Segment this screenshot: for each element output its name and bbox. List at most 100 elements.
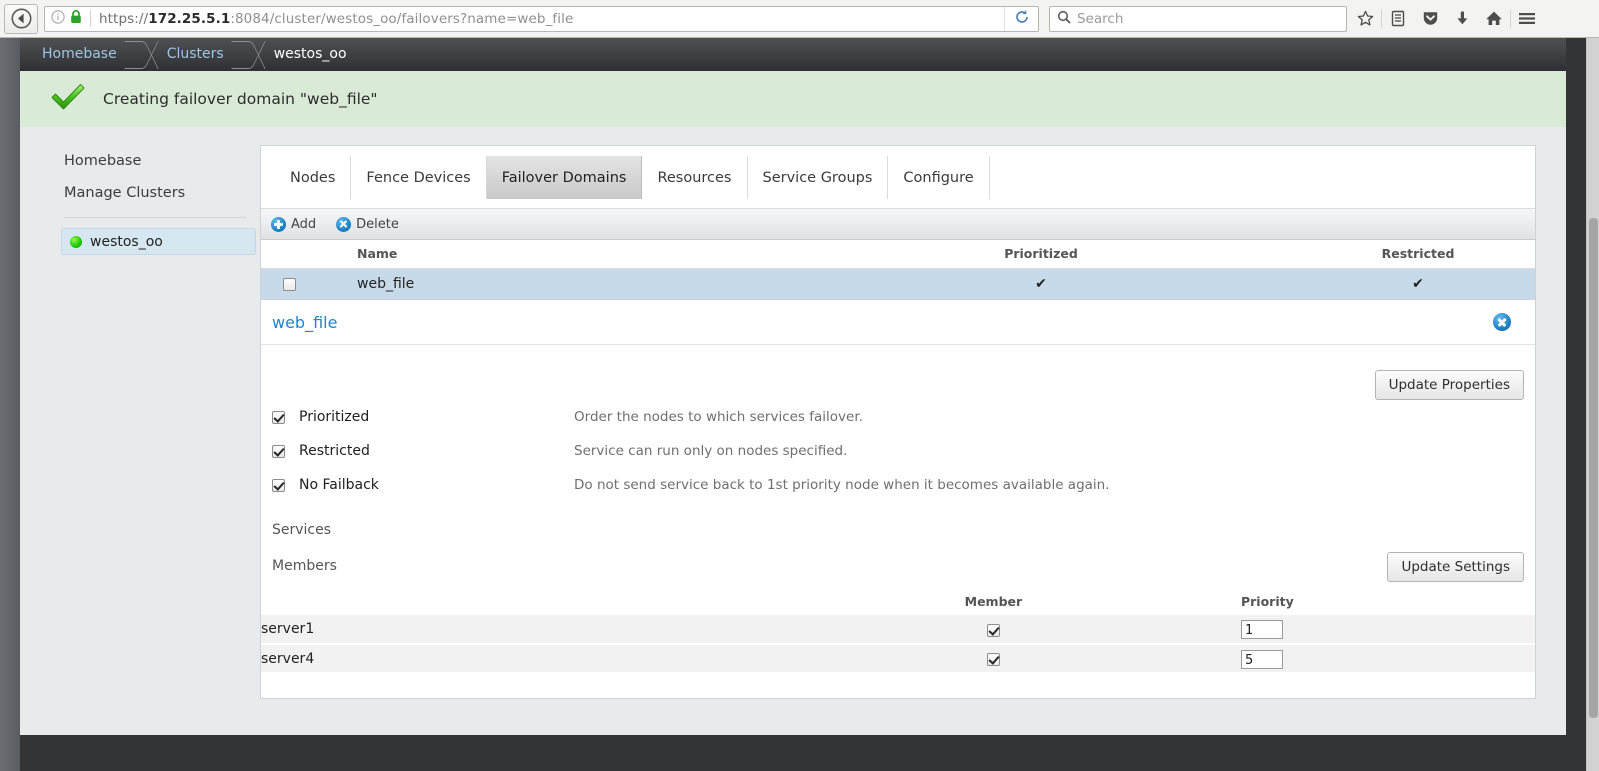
members-label: Members: [272, 558, 337, 574]
column-header-member: Member: [964, 594, 1023, 609]
column-header-prioritized: Prioritized: [781, 240, 1301, 269]
table-row[interactable]: web_file ✔ ✔: [261, 268, 1535, 300]
green-status-dot: [70, 235, 82, 248]
breadcrumb-separator-2: [236, 38, 262, 71]
breadcrumb-item-westos-oo[interactable]: westos_oo: [262, 38, 347, 71]
members-header: Members Update Settings: [261, 538, 1535, 582]
page-info-icon[interactable]: [51, 9, 65, 28]
update-properties-button[interactable]: Update Properties: [1374, 370, 1524, 400]
delete-button-label: Delete: [356, 216, 399, 232]
member-checkbox-cell[interactable]: [746, 615, 1241, 644]
priority-input[interactable]: 1: [1240, 620, 1283, 639]
prioritized-checkbox[interactable]: [272, 410, 285, 424]
left-rail: [0, 38, 20, 771]
failover-domains-table: Name Prioritized Restricted web_file ✔ ✔: [261, 240, 1535, 299]
table-header-row: Name Prioritized Restricted: [261, 240, 1535, 269]
prioritized-description: Order the nodes to which services failov…: [574, 409, 863, 425]
member-checkbox[interactable]: [986, 653, 1000, 666]
failover-domain-detail-panel: web_file Update Properties Prioritized O…: [260, 300, 1536, 699]
detail-header: web_file: [261, 300, 1535, 345]
page-scrollbar[interactable]: [1586, 38, 1599, 771]
browser-action-icons: [1349, 4, 1543, 34]
member-row[interactable]: server4 5: [261, 644, 1535, 673]
detail-title-link[interactable]: web_file: [272, 313, 337, 332]
banner-message: Creating failover domain "web_file": [103, 90, 378, 108]
sidebar-item-westos-oo[interactable]: westos_oo: [61, 228, 256, 255]
tab-nodes[interactable]: Nodes: [275, 156, 352, 199]
success-banner: Creating failover domain "web_file": [20, 71, 1566, 127]
row-name: web_file: [357, 276, 415, 292]
search-bar[interactable]: Search: [1049, 5, 1347, 32]
hamburger-menu-icon[interactable]: [1511, 4, 1543, 34]
home-icon[interactable]: [1478, 4, 1510, 34]
pocket-shield-icon[interactable]: [1414, 4, 1446, 34]
members-header-row: Member Priority: [261, 590, 1535, 615]
delete-button[interactable]: Delete: [336, 216, 399, 232]
row-select-cell[interactable]: [261, 269, 301, 300]
member-checkbox[interactable]: [986, 623, 1000, 637]
search-icon: [1057, 9, 1071, 28]
sidebar-item-homebase[interactable]: Homebase: [44, 145, 256, 177]
https-lock-icon: [70, 9, 82, 28]
no-failback-description: Do not send service back to 1st priority…: [574, 477, 1110, 493]
restricted-checkbox[interactable]: [272, 444, 285, 458]
member-checkbox-cell[interactable]: [746, 644, 1241, 673]
page-content: Homebase Clusters westos_oo Creating fai…: [20, 38, 1566, 735]
member-priority-cell[interactable]: 5: [1240, 644, 1535, 673]
column-header-restricted: Restricted: [1301, 240, 1535, 269]
url-bar[interactable]: https://172.25.5.1:8084/cluster/westos_o…: [44, 5, 1039, 32]
restricted-label: Restricted: [299, 443, 370, 459]
close-circle-icon[interactable]: [1493, 313, 1511, 331]
back-button[interactable]: [4, 3, 38, 34]
browser-toolbar: https://172.25.5.1:8084/cluster/westos_o…: [0, 0, 1599, 38]
cluster-panel: Nodes Fence Devices Failover Domains Res…: [260, 145, 1536, 300]
column-header-name: Name: [301, 240, 781, 269]
row-restricted-check: ✔: [1412, 276, 1424, 292]
back-arrow-icon: [11, 8, 32, 29]
breadcrumb-item-homebase[interactable]: Homebase: [30, 38, 117, 71]
update-settings-button[interactable]: Update Settings: [1387, 552, 1524, 582]
tab-failover-domains[interactable]: Failover Domains: [486, 156, 643, 199]
sidebar-cluster-label: westos_oo: [90, 233, 163, 250]
delete-circle-icon: [336, 216, 352, 232]
scrollbar-thumb[interactable]: [1589, 218, 1598, 718]
url-divider: [90, 10, 91, 27]
reload-icon: [1014, 9, 1030, 29]
body-columns: Homebase Manage Clusters westos_oo Nodes…: [20, 127, 1566, 699]
search-input[interactable]: Search: [1077, 11, 1123, 27]
sidebar-divider: [64, 217, 246, 218]
add-button[interactable]: Add: [271, 216, 317, 232]
success-check-icon: [50, 83, 86, 115]
url-text: https://172.25.5.1:8084/cluster/westos_o…: [99, 11, 573, 27]
url-path: :8084/cluster/westos_oo/failovers?name=w…: [230, 10, 574, 27]
member-priority-cell[interactable]: 1: [1240, 615, 1535, 644]
downloads-icon[interactable]: [1446, 4, 1478, 34]
prioritized-label: Prioritized: [299, 409, 370, 425]
bookmark-star-icon[interactable]: [1349, 4, 1381, 34]
library-icon[interactable]: [1382, 4, 1414, 34]
reload-button[interactable]: [1004, 6, 1038, 31]
domain-toolbar: Add Delete: [261, 209, 1535, 240]
breadcrumb-item-clusters[interactable]: Clusters: [155, 38, 224, 71]
no-failback-checkbox[interactable]: [272, 478, 285, 492]
tab-configure[interactable]: Configure: [888, 156, 990, 199]
option-no-failback[interactable]: No Failback Do not send service back to …: [261, 468, 1535, 502]
tab-service-groups[interactable]: Service Groups: [748, 156, 889, 199]
add-button-label: Add: [291, 216, 317, 232]
column-header-priority: Priority: [1240, 594, 1294, 609]
breadcrumb-separator-1: [129, 38, 155, 71]
services-label: Services: [272, 522, 332, 538]
tab-bar: Nodes Fence Devices Failover Domains Res…: [261, 146, 1535, 209]
member-name: server4: [261, 650, 315, 667]
member-name: server1: [261, 621, 315, 637]
option-restricted[interactable]: Restricted Service can run only on nodes…: [261, 434, 1535, 468]
member-row[interactable]: server1 1: [261, 615, 1535, 644]
tab-resources[interactable]: Resources: [642, 156, 748, 199]
sidebar-item-manage-clusters[interactable]: Manage Clusters: [44, 177, 256, 209]
tab-fence-devices[interactable]: Fence Devices: [351, 156, 487, 199]
members-table: Member Priority server1 1 server4 5: [261, 590, 1535, 674]
priority-input[interactable]: 5: [1240, 649, 1283, 669]
option-prioritized[interactable]: Prioritized Order the nodes to which ser…: [261, 400, 1535, 434]
row-select-checkbox[interactable]: [282, 277, 296, 291]
url-scheme: https://: [99, 10, 149, 27]
